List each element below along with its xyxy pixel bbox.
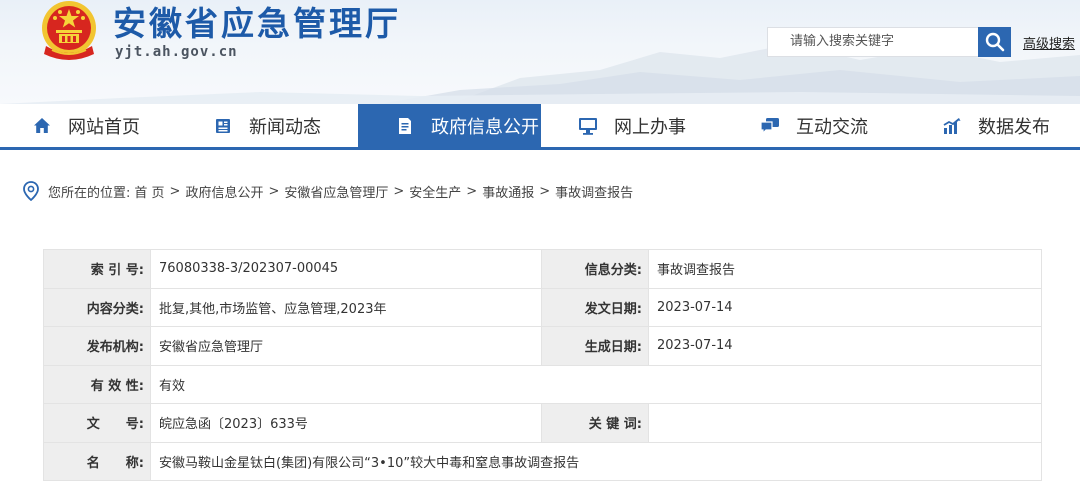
nav-item-interaction[interactable]: 互动交流 (760, 104, 868, 148)
publish-date-value: 2023-07-14 (648, 287, 1042, 327)
location-pin-icon (23, 181, 39, 201)
validity-value: 有效 (150, 364, 1042, 404)
breadcrumb-separator: > (466, 183, 478, 199)
breadcrumb-item-safety[interactable]: 安全生产 (409, 182, 461, 201)
nav-item-news[interactable]: 新闻动态 (213, 104, 321, 148)
info-category-value: 事故调查报告 (648, 249, 1042, 289)
monitor-icon (578, 116, 598, 136)
table-row: 内容分类: 批复,其他,市场监管、应急管理,2023年 发文日期: 2023-0… (43, 287, 1042, 327)
nav-item-label: 数据发布 (978, 117, 1050, 138)
nav-divider (0, 147, 1080, 150)
table-row: 文 号: 皖应急函〔2023〕633号 关 键 词: (43, 403, 1042, 443)
chat-icon (760, 116, 780, 136)
content-category-value: 批复,其他,市场监管、应急管理,2023年 (150, 287, 542, 327)
keywords-label: 关 键 词: (541, 403, 649, 443)
generated-date-label: 生成日期: (541, 326, 649, 366)
nav-item-gov-info[interactable]: 政府信息公开 (358, 104, 541, 148)
breadcrumb-item-investigation-reports[interactable]: 事故调查报告 (555, 182, 633, 201)
document-icon (395, 116, 415, 136)
national-emblem-icon (42, 1, 96, 60)
chart-icon (942, 116, 962, 136)
info-category-label: 信息分类: (541, 249, 649, 289)
breadcrumb-separator: > (393, 183, 405, 199)
breadcrumb-separator: > (268, 183, 280, 199)
site-title: 安徽省应急管理厅 (113, 4, 401, 43)
main-nav: 网站首页 新闻动态 政府信息公开 网上办事 互动交流 数据发布 (0, 104, 1080, 150)
breadcrumb-item-accident-notices[interactable]: 事故通报 (482, 182, 534, 201)
nav-item-online-services[interactable]: 网上办事 (578, 104, 686, 148)
nav-item-label: 互动交流 (796, 117, 868, 138)
nav-item-label: 网上办事 (614, 117, 686, 138)
document-name-label: 名 称: (43, 441, 151, 481)
newspaper-icon (213, 116, 233, 136)
search-icon (985, 32, 1004, 52)
nav-item-data-release[interactable]: 数据发布 (942, 104, 1050, 148)
content-category-label: 内容分类: (43, 287, 151, 327)
breadcrumb-item-gov-info[interactable]: 政府信息公开 (185, 182, 263, 201)
breadcrumb-separator: > (539, 183, 551, 199)
breadcrumb-separator: > (169, 183, 181, 199)
keywords-value (648, 403, 1042, 443)
index-number-value: 76080338-3/202307-00045 (150, 249, 542, 289)
publisher-value: 安徽省应急管理厅 (150, 326, 542, 366)
site-header: 安徽省应急管理厅 yjt.ah.gov.cn 请输入搜索关键字 高级搜索 (0, 0, 1080, 104)
table-row: 发布机构: 安徽省应急管理厅 生成日期: 2023-07-14 (43, 326, 1042, 366)
nav-item-label: 政府信息公开 (431, 117, 539, 138)
table-row: 名 称: 安徽马鞍山金星钛白(集团)有限公司“3•10”较大中毒和窒息事故调查报… (43, 441, 1042, 481)
search-button[interactable] (978, 27, 1011, 57)
search-input[interactable]: 请输入搜索关键字 (767, 27, 978, 57)
publish-date-label: 发文日期: (541, 287, 649, 327)
breadcrumb: 您所在的位置: 首 页 > 政府信息公开 > 安徽省应急管理厅 > 安全生产 >… (22, 180, 633, 202)
home-icon (32, 116, 52, 136)
breadcrumb-item-department[interactable]: 安徽省应急管理厅 (284, 182, 388, 201)
validity-label: 有 效 性: (43, 364, 151, 404)
site-domain: yjt.ah.gov.cn (115, 44, 238, 60)
breadcrumb-prefix: 您所在的位置: (48, 185, 131, 201)
generated-date-value: 2023-07-14 (648, 326, 1042, 366)
document-info-table: 索 引 号: 76080338-3/202307-00045 信息分类: 事故调… (43, 249, 1042, 481)
table-row: 索 引 号: 76080338-3/202307-00045 信息分类: 事故调… (43, 249, 1042, 289)
nav-item-label: 新闻动态 (249, 117, 321, 138)
table-row: 有 效 性: 有效 (43, 364, 1042, 404)
document-number-value: 皖应急函〔2023〕633号 (150, 403, 542, 443)
document-name-value: 安徽马鞍山金星钛白(集团)有限公司“3•10”较大中毒和窒息事故调查报告 (150, 441, 1042, 481)
advanced-search-link[interactable]: 高级搜索 (1023, 33, 1075, 52)
index-number-label: 索 引 号: (43, 249, 151, 289)
breadcrumb-item-home[interactable]: 首 页 (134, 182, 164, 201)
nav-item-home[interactable]: 网站首页 (32, 104, 140, 148)
document-number-label: 文 号: (43, 403, 151, 443)
nav-item-label: 网站首页 (68, 117, 140, 138)
publisher-label: 发布机构: (43, 326, 151, 366)
